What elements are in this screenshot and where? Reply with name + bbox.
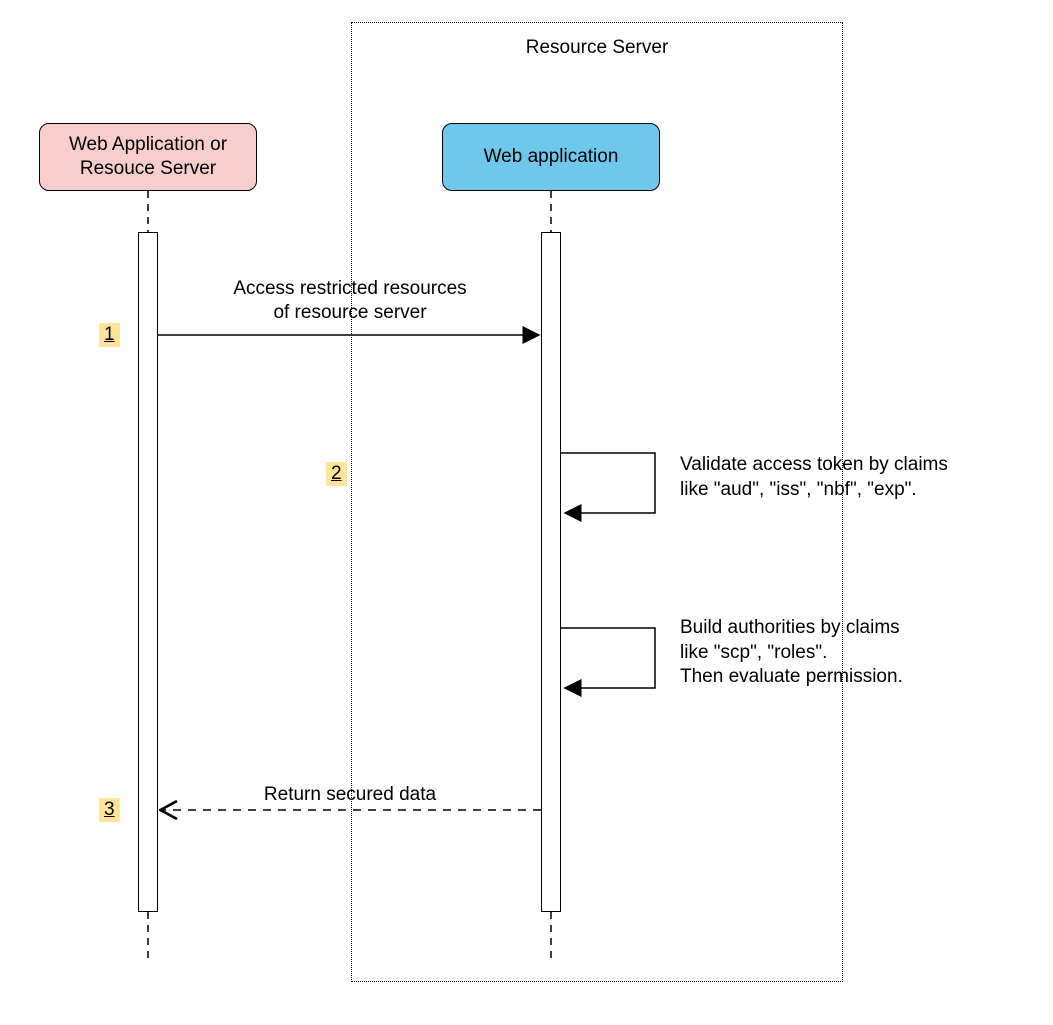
message-3-label: Return secured data	[230, 783, 470, 807]
participant-right: Web application	[442, 123, 660, 191]
frame-title: Resource Server	[352, 37, 842, 59]
participant-left: Web Application or Resouce Server	[39, 123, 257, 191]
message-1-label: Access restricted resources of resource …	[185, 277, 515, 325]
step-3-badge: 3	[99, 798, 120, 822]
note-validate-token: Validate access token by claims like "au…	[680, 453, 1020, 502]
step-1-badge: 1	[99, 323, 120, 347]
participant-right-label: Web application	[484, 145, 619, 169]
sequence-diagram: Resource Server Web Application or Resou…	[0, 0, 1053, 1025]
note-build-authorities: Build authorities by claims like "scp", …	[680, 616, 1020, 690]
step-2-badge: 2	[326, 462, 347, 486]
activation-right	[541, 232, 561, 912]
activation-left	[138, 232, 158, 912]
participant-left-label: Web Application or Resouce Server	[69, 133, 227, 181]
